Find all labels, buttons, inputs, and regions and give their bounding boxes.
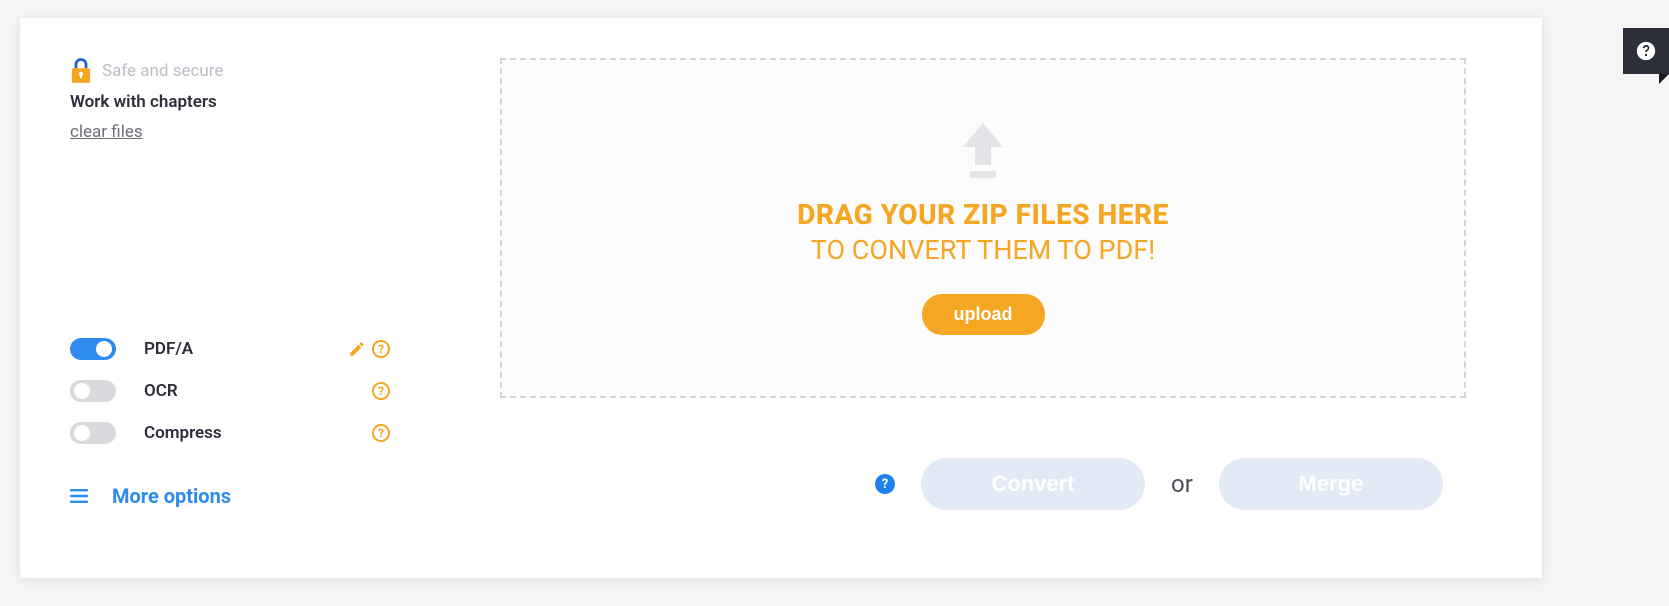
more-options-button[interactable]: More options — [70, 484, 231, 508]
help-icon[interactable]: ? — [372, 424, 390, 442]
merge-button[interactable]: Merge — [1219, 458, 1443, 510]
left-column: Safe and secure Work with chapters clear… — [70, 58, 390, 142]
secure-row: Safe and secure — [70, 58, 390, 84]
more-options-label: More options — [112, 484, 231, 508]
toggle-compress[interactable] — [70, 422, 116, 444]
option-label: PDF/A — [144, 339, 348, 359]
option-compress: Compress ? — [70, 412, 390, 454]
drag-subtitle: TO CONVERT THEM TO PDF! — [811, 233, 1155, 268]
pencil-icon[interactable] — [348, 340, 366, 358]
help-icon[interactable]: ? — [875, 474, 895, 494]
option-pdfa: PDF/A ? — [70, 328, 390, 370]
or-text: or — [1171, 470, 1193, 498]
upload-icon — [958, 121, 1008, 181]
help-icon[interactable]: ? — [372, 340, 390, 358]
drag-title: DRAG YOUR ZIP FILES HERE — [797, 197, 1169, 233]
chapters-text: Work with chapters — [70, 92, 390, 112]
convert-button[interactable]: Convert — [921, 458, 1145, 510]
action-row: ? Convert or Merge — [875, 458, 1443, 510]
option-label: OCR — [144, 381, 372, 401]
option-label: Compress — [144, 423, 372, 443]
menu-icon — [70, 489, 88, 503]
lock-icon — [70, 58, 92, 84]
option-ocr: OCR ? — [70, 370, 390, 412]
page-help-button[interactable] — [1623, 28, 1669, 74]
upload-button[interactable]: upload — [922, 294, 1045, 335]
options-panel: PDF/A ? OCR ? Compress ? — [70, 328, 390, 454]
toggle-ocr[interactable] — [70, 380, 116, 402]
help-icon[interactable]: ? — [372, 382, 390, 400]
help-icon — [1635, 40, 1657, 62]
toggle-pdfa[interactable] — [70, 338, 116, 360]
clear-files-link[interactable]: clear files — [70, 122, 143, 142]
secure-text: Safe and secure — [102, 61, 223, 81]
main-card: Safe and secure Work with chapters clear… — [20, 18, 1542, 578]
dropzone[interactable]: DRAG YOUR ZIP FILES HERE TO CONVERT THEM… — [500, 58, 1466, 398]
